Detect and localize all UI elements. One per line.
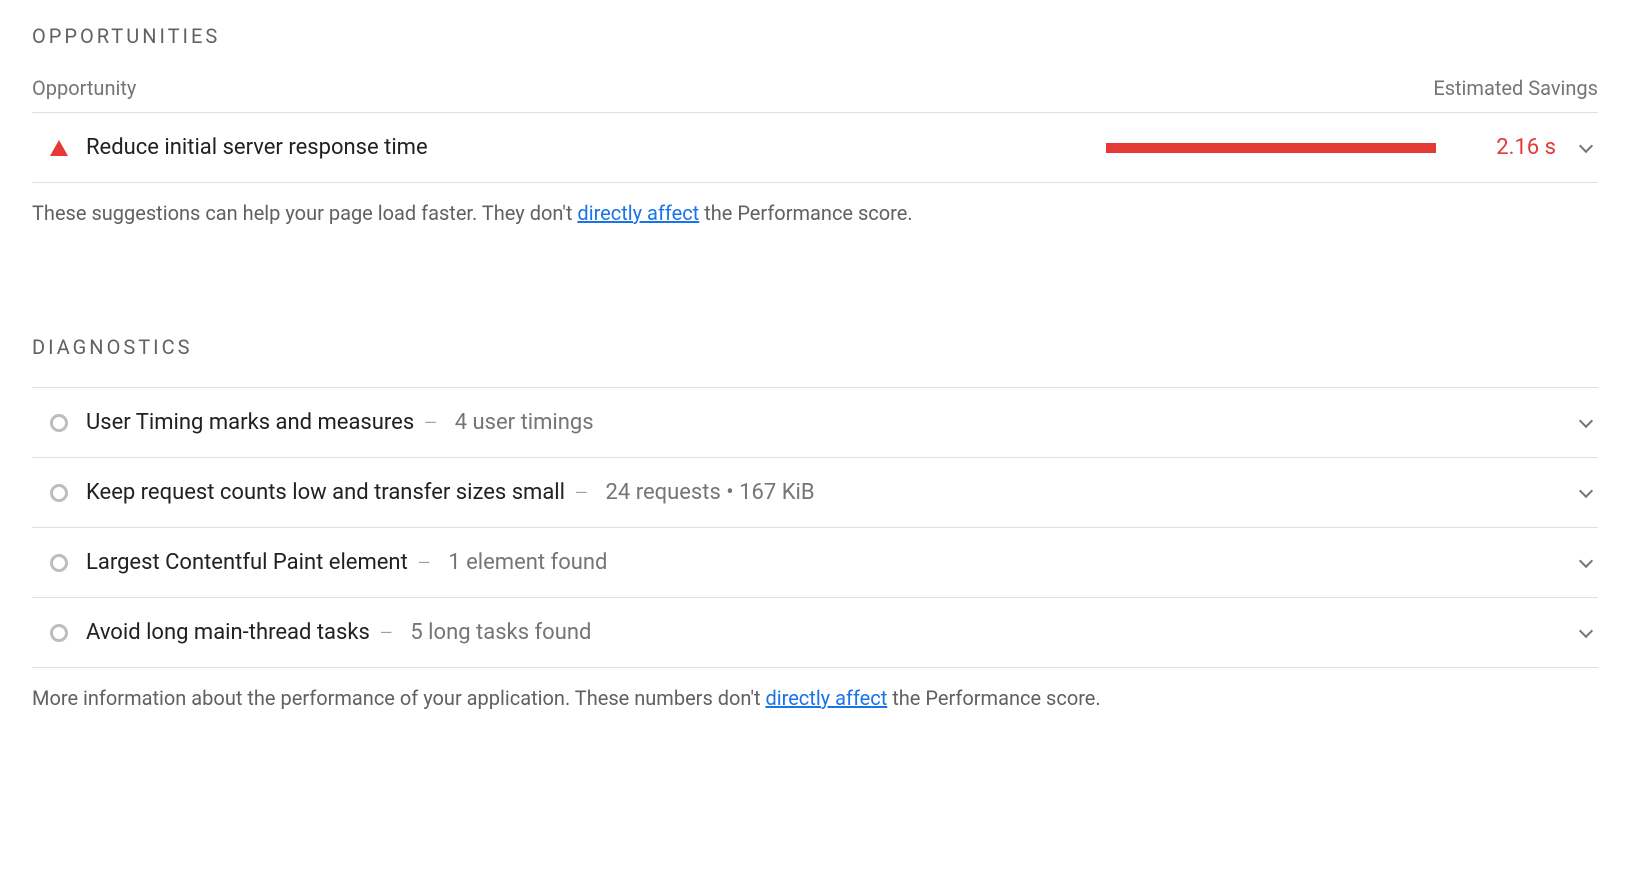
footer-text-post: the Performance score. <box>887 686 1100 710</box>
circle-gray-icon <box>50 554 68 572</box>
circle-gray-icon <box>50 624 68 642</box>
diagnostics-section: DIAGNOSTICS User Timing marks and measur… <box>32 335 1598 710</box>
diagnostic-detail: 5 long tasks found <box>410 620 591 645</box>
opportunity-row[interactable]: Reduce initial server response time 2.16… <box>32 113 1598 183</box>
expand-toggle[interactable] <box>1574 560 1598 566</box>
footer-text-post: the Performance score. <box>699 201 912 225</box>
diagnostic-detail: 4 user timings <box>455 410 594 435</box>
directly-affect-link[interactable]: directly affect <box>765 686 887 710</box>
savings-bar <box>1106 143 1436 153</box>
diagnostic-row[interactable]: Avoid long main-thread tasks — 5 long ta… <box>32 598 1598 668</box>
severity-icon-cell <box>32 484 86 502</box>
diagnostics-list: User Timing marks and measures — 4 user … <box>32 387 1598 668</box>
diagnostic-detail: 24 requests • 167 KiB <box>606 480 815 505</box>
triangle-red-icon <box>50 140 68 156</box>
opportunities-heading: OPPORTUNITIES <box>32 24 1598 48</box>
expand-toggle[interactable] <box>1574 145 1598 151</box>
chevron-down-icon <box>1579 623 1593 637</box>
severity-icon-cell <box>32 414 86 432</box>
diagnostics-heading: DIAGNOSTICS <box>32 335 1598 359</box>
opportunities-col-headers: Opportunity Estimated Savings <box>32 76 1598 113</box>
dash-separator: — <box>380 623 393 642</box>
severity-icon-cell <box>32 624 86 642</box>
chevron-down-icon <box>1579 138 1593 152</box>
severity-icon-cell <box>32 140 86 156</box>
expand-toggle[interactable] <box>1574 630 1598 636</box>
chevron-down-icon <box>1579 483 1593 497</box>
directly-affect-link[interactable]: directly affect <box>577 201 699 225</box>
dash-separator: — <box>575 483 588 502</box>
diagnostic-row[interactable]: Keep request counts low and transfer siz… <box>32 458 1598 528</box>
circle-gray-icon <box>50 484 68 502</box>
circle-gray-icon <box>50 414 68 432</box>
footer-text-pre: More information about the performance o… <box>32 686 765 710</box>
severity-icon-cell <box>32 554 86 572</box>
savings-value: 2.16 s <box>1476 135 1556 160</box>
col-header-opportunity: Opportunity <box>32 76 136 100</box>
diagnostic-title: User Timing marks and measures <box>86 410 414 435</box>
diagnostic-title: Keep request counts low and transfer siz… <box>86 480 565 505</box>
opportunities-footer: These suggestions can help your page loa… <box>32 183 1598 225</box>
expand-toggle[interactable] <box>1574 490 1598 496</box>
diagnostics-footer: More information about the performance o… <box>32 668 1598 710</box>
diagnostic-title: Avoid long main-thread tasks <box>86 620 370 645</box>
expand-toggle[interactable] <box>1574 420 1598 426</box>
opportunities-section: OPPORTUNITIES Opportunity Estimated Savi… <box>32 24 1598 225</box>
chevron-down-icon <box>1579 413 1593 427</box>
diagnostic-detail: 1 element found <box>448 550 607 575</box>
footer-text-pre: These suggestions can help your page loa… <box>32 201 577 225</box>
chevron-down-icon <box>1579 553 1593 567</box>
opportunity-title: Reduce initial server response time <box>86 135 428 160</box>
diagnostic-row[interactable]: Largest Contentful Paint element — 1 ele… <box>32 528 1598 598</box>
dash-separator: — <box>424 413 437 432</box>
col-header-savings: Estimated Savings <box>1433 76 1598 100</box>
diagnostic-title: Largest Contentful Paint element <box>86 550 408 575</box>
diagnostic-row[interactable]: User Timing marks and measures — 4 user … <box>32 387 1598 458</box>
dash-separator: — <box>418 553 431 572</box>
